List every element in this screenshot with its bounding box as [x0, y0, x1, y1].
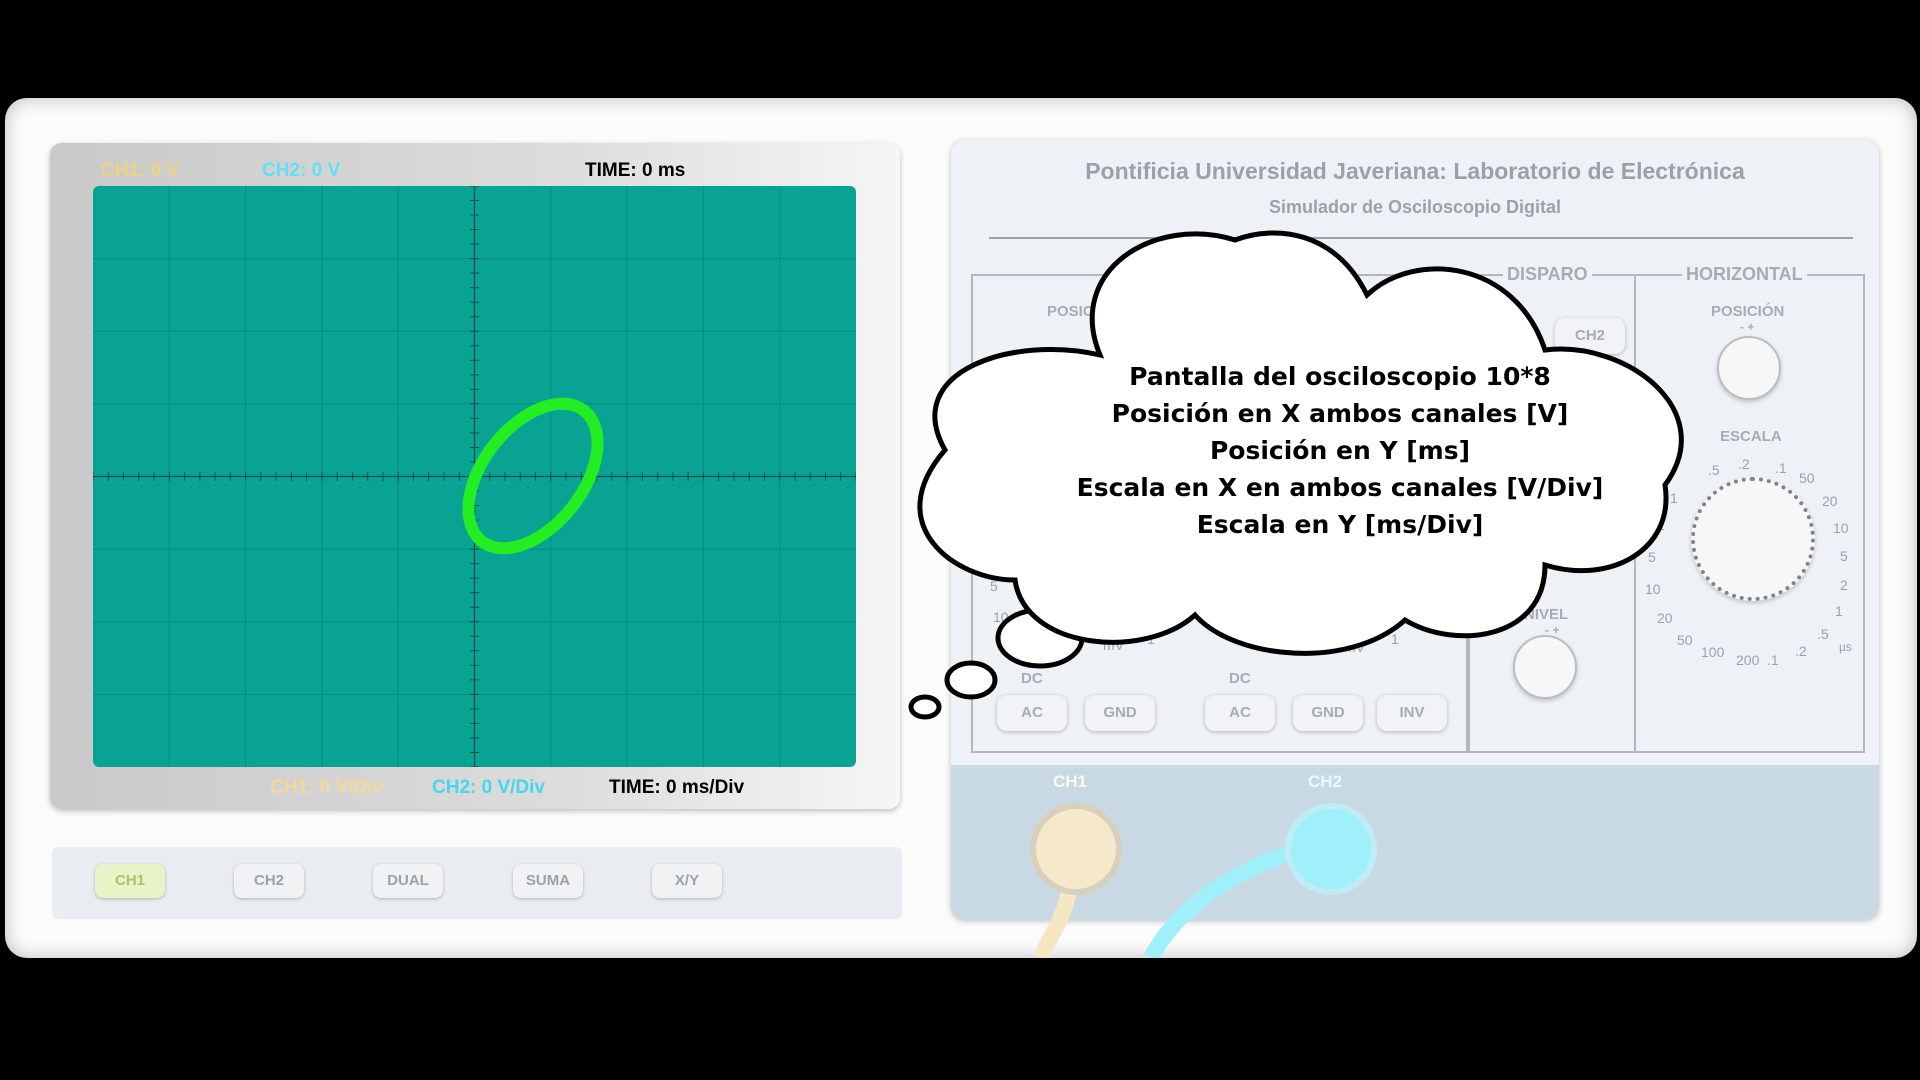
callout-line: Posición en X ambos canales [V] — [1111, 399, 1569, 428]
ch2-value-readout: CH2: 0 V — [262, 160, 341, 181]
horizontal-minus-plus: - + — [1740, 320, 1755, 334]
mode-button-xy[interactable]: X/Y — [652, 864, 722, 898]
horizontal-position-knob[interactable] — [1717, 336, 1781, 400]
time-tick: .2 — [1795, 643, 1807, 659]
ch1-input-jack[interactable] — [1030, 803, 1122, 895]
time-tick: 200 — [1736, 652, 1760, 668]
time-tick: .2 — [1738, 456, 1750, 472]
ch1-probe-label: CH1 — [1053, 772, 1088, 791]
mode-button-ch1[interactable]: CH1 — [95, 864, 165, 898]
oscilloscope-display — [93, 186, 856, 767]
escala-label: ESCALA — [1720, 428, 1782, 445]
time-value-readout: TIME: 0 ms — [585, 160, 686, 181]
ch2-probe-label: CH2 — [1308, 772, 1343, 791]
horizontal-section-label: HORIZONTAL — [1682, 264, 1807, 285]
callout-line: Pantalla del osciloscopio 10*8 — [1129, 362, 1551, 391]
time-unit-label: µs — [1839, 640, 1852, 654]
time-tick: .5 — [1817, 626, 1829, 642]
time-scale-knob[interactable] — [1691, 477, 1815, 601]
horizontal-position-label: POSICIÓN — [1711, 303, 1785, 320]
time-scale-readout: TIME: 0 ms/Div — [609, 777, 745, 798]
mode-button-ch2[interactable]: CH2 — [234, 864, 304, 898]
mode-bar — [52, 847, 902, 919]
time-tick: 50 — [1799, 470, 1815, 486]
time-tick: .1 — [1775, 460, 1787, 476]
mode-button-suma[interactable]: SUMA — [513, 864, 583, 898]
time-tick: .5 — [1708, 462, 1720, 478]
ch1-scale-readout: CH1: 0 V/Div — [270, 777, 383, 798]
ch2-scale-readout: CH2: 0 V/Div — [432, 777, 545, 798]
time-tick: 5 — [1840, 548, 1848, 564]
panel-subtitle: Simulador de Osciloscopio Digital — [1268, 197, 1562, 217]
callout-text: Pantalla del osciloscopio 10*8 Posición … — [1000, 358, 1680, 543]
time-tick: .1 — [1767, 652, 1779, 668]
callout-line: Escala en Y [ms/Div] — [1196, 510, 1484, 539]
mode-button-dual[interactable]: DUAL — [373, 864, 443, 898]
time-tick: 2 — [1840, 577, 1848, 593]
ch2-input-jack[interactable] — [1285, 803, 1377, 895]
callout-line: Posición en Y [ms] — [1209, 436, 1471, 465]
ch1-value-readout: CH1: 0 V — [101, 160, 180, 181]
time-tick: 100 — [1701, 644, 1725, 660]
callout-line: Escala en X en ambos canales [V/Div] — [1076, 473, 1604, 502]
time-tick: 1 — [1835, 603, 1843, 619]
time-tick: 10 — [1833, 520, 1849, 536]
time-tick: 20 — [1822, 493, 1838, 509]
panel-title: Pontificia Universidad Javeriana: Labora… — [1085, 158, 1745, 184]
